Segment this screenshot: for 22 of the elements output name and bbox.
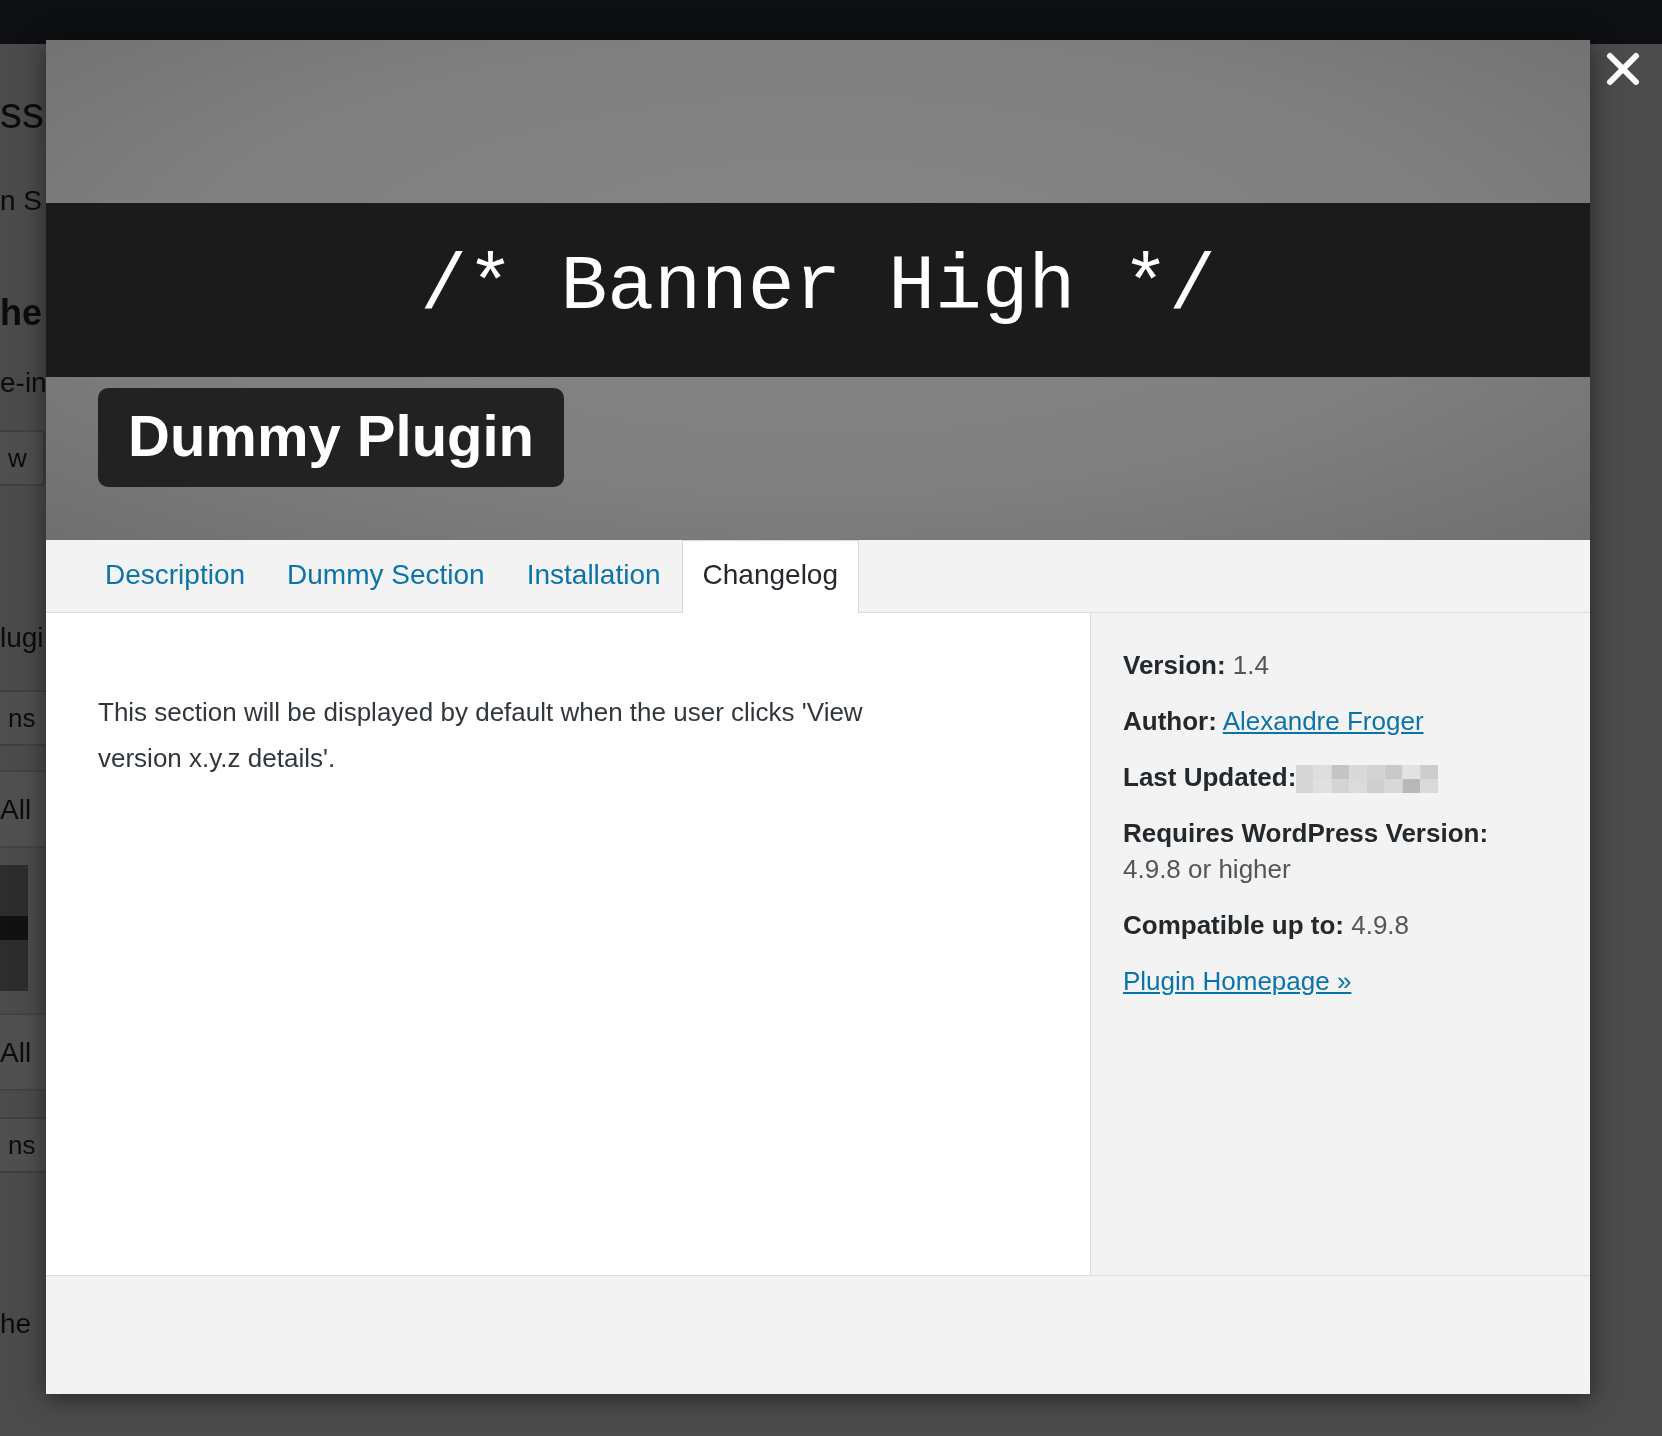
- plugin-name: Dummy Plugin: [98, 388, 565, 487]
- banner: /* Banner High */: [46, 203, 1590, 377]
- tab[interactable]: Changelog: [681, 540, 859, 613]
- page-heading: ss: [0, 88, 44, 138]
- detail-label: Last Updated:: [1123, 762, 1297, 792]
- tab[interactable]: Description: [84, 540, 267, 612]
- section-heading: he: [0, 292, 42, 334]
- close-icon[interactable]: [1606, 52, 1640, 86]
- detail-text: Requires WordPress Version: 4.9.8 or higher: [1123, 817, 1490, 886]
- tab[interactable]: Dummy Section: [266, 540, 506, 612]
- detail-text: Version: 1.4: [1123, 649, 1270, 682]
- detail-text: Compatible up to: 4.9.8: [1123, 909, 1411, 942]
- author-link[interactable]: Alexandre Froger: [1222, 706, 1424, 736]
- page-button[interactable]: w: [0, 430, 45, 486]
- page-text: lugi: [0, 622, 44, 654]
- page-text: he: [0, 1308, 32, 1340]
- homepage-link[interactable]: Plugin Homepage »: [1123, 966, 1352, 996]
- detail-label: Author:: [1123, 706, 1217, 736]
- page-text: e-in: [0, 367, 47, 399]
- tab[interactable]: Installation: [505, 540, 682, 612]
- page-text: n S: [0, 185, 43, 217]
- section-text: This section will be displayed by default when the user clicks 'View version x.y.z details'.: [98, 696, 864, 775]
